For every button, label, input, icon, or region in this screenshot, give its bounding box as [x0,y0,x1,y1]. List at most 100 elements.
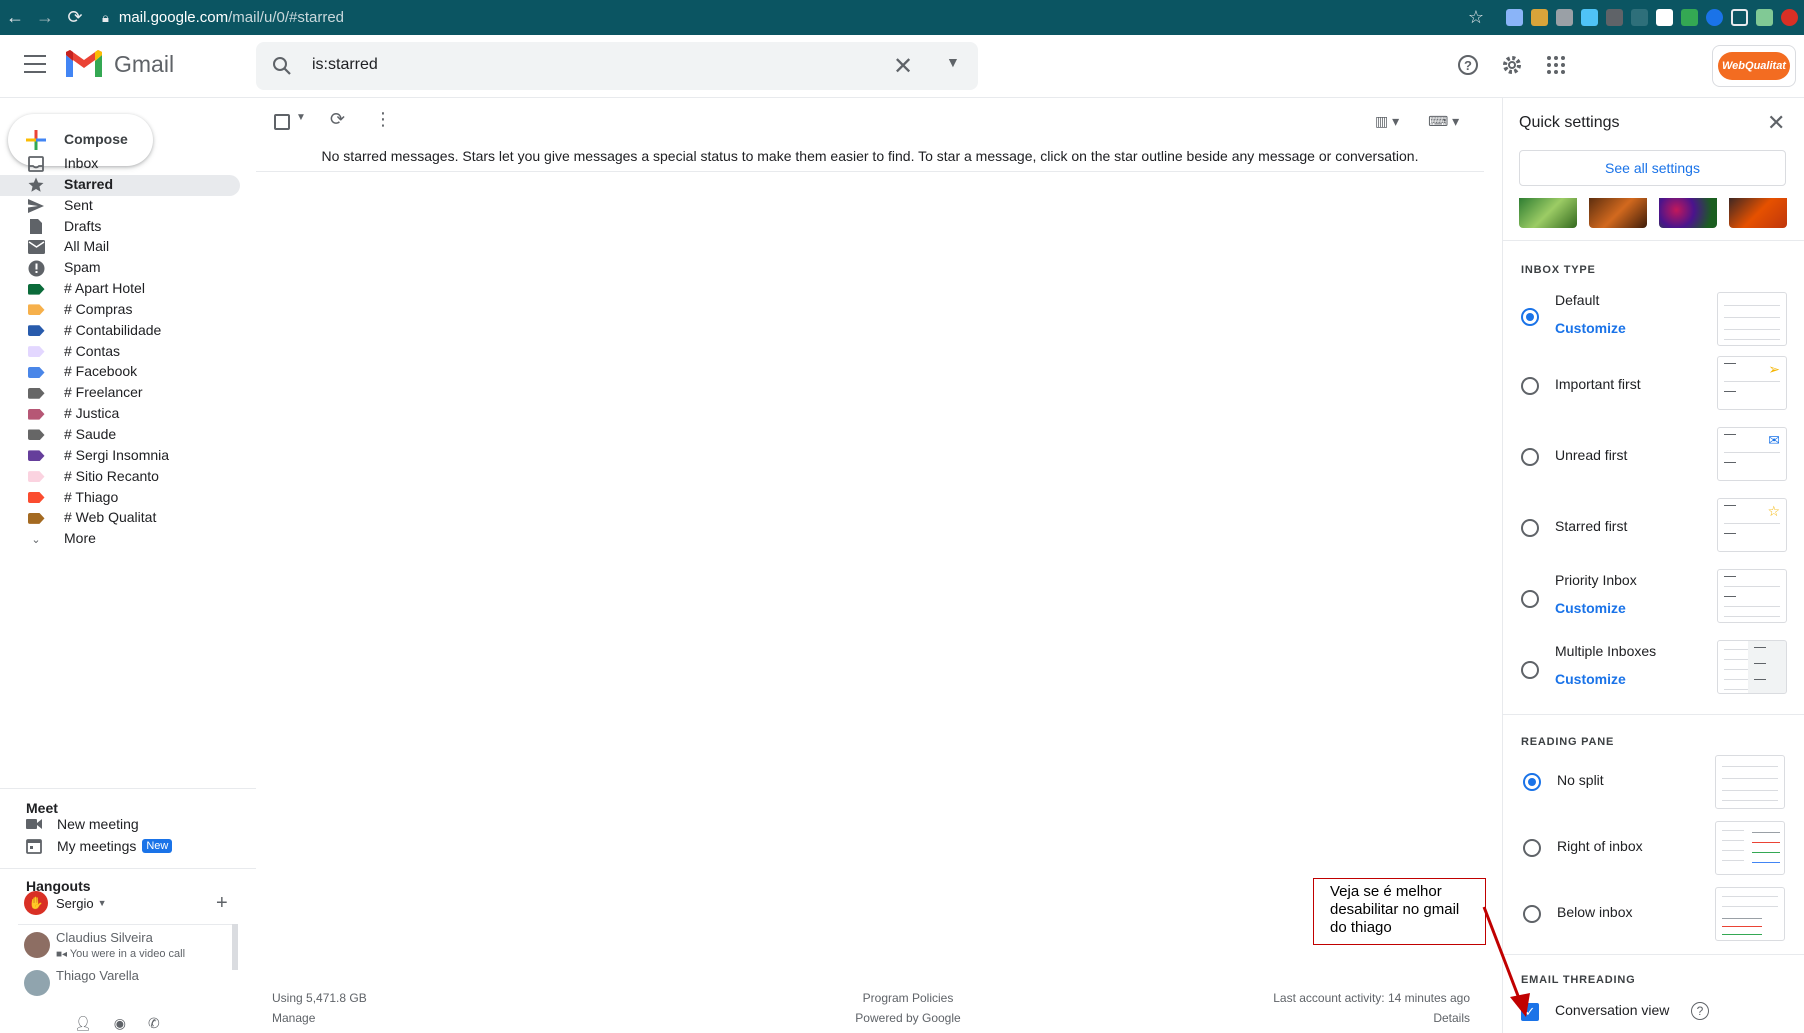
sidebar-item-sergi-insomnia[interactable]: # Sergi Insomnia [0,446,240,467]
account-activity: Last account activity: 14 minutes ago De… [1156,988,1470,1028]
hangouts-user-menu[interactable]: ✋ Sergio ▼ [24,891,107,915]
sidebar-item-web-qualitat[interactable]: # Web Qualitat [0,508,240,529]
reading-pane-preview [1715,887,1785,941]
bookmark-star-icon[interactable]: ☆ [1468,7,1484,28]
sidebar-item-sitio-recanto[interactable]: # Sitio Recanto [0,467,240,488]
profile-icon[interactable] [1781,9,1798,26]
my-meetings-button[interactable]: My meetings New [26,836,173,856]
main-menu-icon[interactable] [24,55,46,73]
sidebar-item-spam[interactable]: Spam [0,258,240,279]
sidebar-item-all-mail[interactable]: All Mail [0,237,240,258]
extension-icon[interactable] [1506,9,1523,26]
select-all-checkbox[interactable] [274,114,290,130]
inbox-type-priority-radio[interactable] [1521,590,1539,608]
list-toolbar: ▼ ⟳ ⋮ ▥ ▾ ⌨ ▾ [256,98,1484,146]
sidebar-item-justica[interactable]: # Justica [0,404,240,425]
sidebar-item-contabilidade[interactable]: # Contabilidade [0,321,240,342]
settings-gear-icon[interactable] [1498,51,1526,79]
sidebar-item-thiago[interactable]: # Thiago [0,488,240,509]
forward-icon[interactable]: → [30,0,60,35]
sidebar-item-apart-hotel[interactable]: # Apart Hotel [0,279,240,300]
customize-default-link[interactable]: Customize [1555,320,1626,336]
extension-icon[interactable] [1606,9,1623,26]
phone-tab-icon[interactable]: ✆ [148,1015,160,1032]
sidebar-item-facebook[interactable]: # Facebook [0,362,240,383]
inbox-type-starred-radio[interactable] [1521,519,1539,537]
message-list-area: ▼ ⟳ ⋮ ▥ ▾ ⌨ ▾ No starred messages. Stars… [256,98,1484,1033]
label-tag-icon [27,510,45,526]
see-all-settings-button[interactable]: See all settings [1519,150,1786,186]
close-icon[interactable]: ✕ [1767,110,1785,136]
input-tools-icon[interactable]: ⌨ ▾ [1428,113,1459,130]
sidebar-item-drafts[interactable]: Drafts [0,217,240,238]
contacts-tab-icon[interactable]: 👤︎ [74,1015,92,1032]
clear-search-icon[interactable]: ✕ [893,52,913,81]
extension-icon[interactable] [1731,9,1748,26]
reading-pane-label: Right of inbox [1557,838,1643,854]
reading-pane-right-radio[interactable] [1523,839,1541,857]
extension-icon[interactable] [1581,9,1598,26]
inbox-type-label: Starred first [1555,518,1628,534]
reading-pane-no-split-radio[interactable] [1523,773,1541,791]
theme-thumbnail[interactable] [1589,198,1647,228]
help-icon[interactable]: ? [1454,51,1482,79]
theme-thumbnail[interactable] [1729,198,1787,228]
details-link[interactable]: Details [1156,1008,1470,1028]
sidebar-item-compras[interactable]: # Compras [0,300,240,321]
quick-settings-panel: Quick settings ✕ See all settings INBOX … [1502,98,1804,1033]
gmail-logo[interactable]: Gmail [64,49,174,79]
apps-grid-icon[interactable] [1542,51,1570,79]
inbox-type-default-radio[interactable] [1521,308,1539,326]
refresh-icon[interactable]: ⟳ [330,109,345,130]
search-icon[interactable] [270,54,294,78]
hangouts-tabs: 👤︎ ◉ ✆ [74,1015,160,1032]
label-tag-icon [27,302,45,318]
sidebar-item-saude[interactable]: # Saude [0,425,240,446]
extension-icon[interactable] [1656,9,1673,26]
reload-icon[interactable]: ⟳ [60,0,90,35]
add-contact-icon[interactable]: + [216,892,228,915]
hangouts-scrollbar[interactable] [232,924,238,970]
inbox-type-multiple-radio[interactable] [1521,661,1539,679]
inbox-type-important-radio[interactable] [1521,377,1539,395]
extension-icon[interactable] [1706,9,1723,26]
conversations-tab-icon[interactable]: ◉ [114,1015,126,1032]
search-input[interactable]: is:starred [312,56,378,74]
inbox-type-label: Priority Inbox [1555,572,1637,588]
account-button[interactable]: WebQualitat [1712,45,1796,87]
folder-list: Inbox Starred Sent Drafts All Mail Spam # Apar… [0,154,240,550]
program-policies-link[interactable]: Program Policies [808,988,1008,1008]
customize-priority-link[interactable]: Customize [1555,600,1626,616]
select-menu-caret-icon[interactable]: ▼ [296,112,306,123]
sidebar-item-more[interactable]: ⌄ More [0,529,240,550]
extension-icon[interactable] [1631,9,1648,26]
compose-label: Compose [64,131,128,147]
extension-icon[interactable] [1531,9,1548,26]
calendar-icon [26,839,42,854]
extension-icon[interactable] [1556,9,1573,26]
back-icon[interactable]: ← [0,0,30,35]
search-bar[interactable]: is:starred ✕ ▼ [256,42,978,90]
sidebar-item-contas[interactable]: # Contas [0,342,240,363]
search-options-icon[interactable]: ▼ [946,54,960,70]
address-bar[interactable]: 🔒︎ mail.google.com/mail/u/0/#starred [102,9,344,26]
more-options-icon[interactable]: ⋮ [374,109,392,130]
reading-pane-label: No split [1557,772,1604,788]
sidebar-item-freelancer[interactable]: # Freelancer [0,383,240,404]
hangouts-contact[interactable]: Thiago Varella [18,964,238,1008]
sidebar-item-sent[interactable]: Sent [0,196,240,217]
extension-icon[interactable] [1681,9,1698,26]
theme-thumbnail[interactable] [1659,198,1717,228]
customize-multiple-link[interactable]: Customize [1555,671,1626,687]
sidebar-item-starred[interactable]: Starred [0,174,240,196]
manage-storage-link[interactable]: Manage [272,1008,367,1028]
left-sidebar: Compose Inbox Starred Sent Drafts All Mail Sp… [0,98,256,1033]
new-meeting-button[interactable]: New meeting [26,814,139,834]
extension-icon[interactable] [1756,9,1773,26]
theme-thumbnail[interactable] [1519,198,1577,228]
inbox-type-unread-radio[interactable] [1521,448,1539,466]
help-icon[interactable]: ? [1691,1002,1709,1020]
sidebar-item-inbox[interactable]: Inbox [0,154,240,175]
gmail-wordmark: Gmail [114,50,175,77]
split-pane-toggle-icon[interactable]: ▥ ▾ [1375,113,1399,130]
